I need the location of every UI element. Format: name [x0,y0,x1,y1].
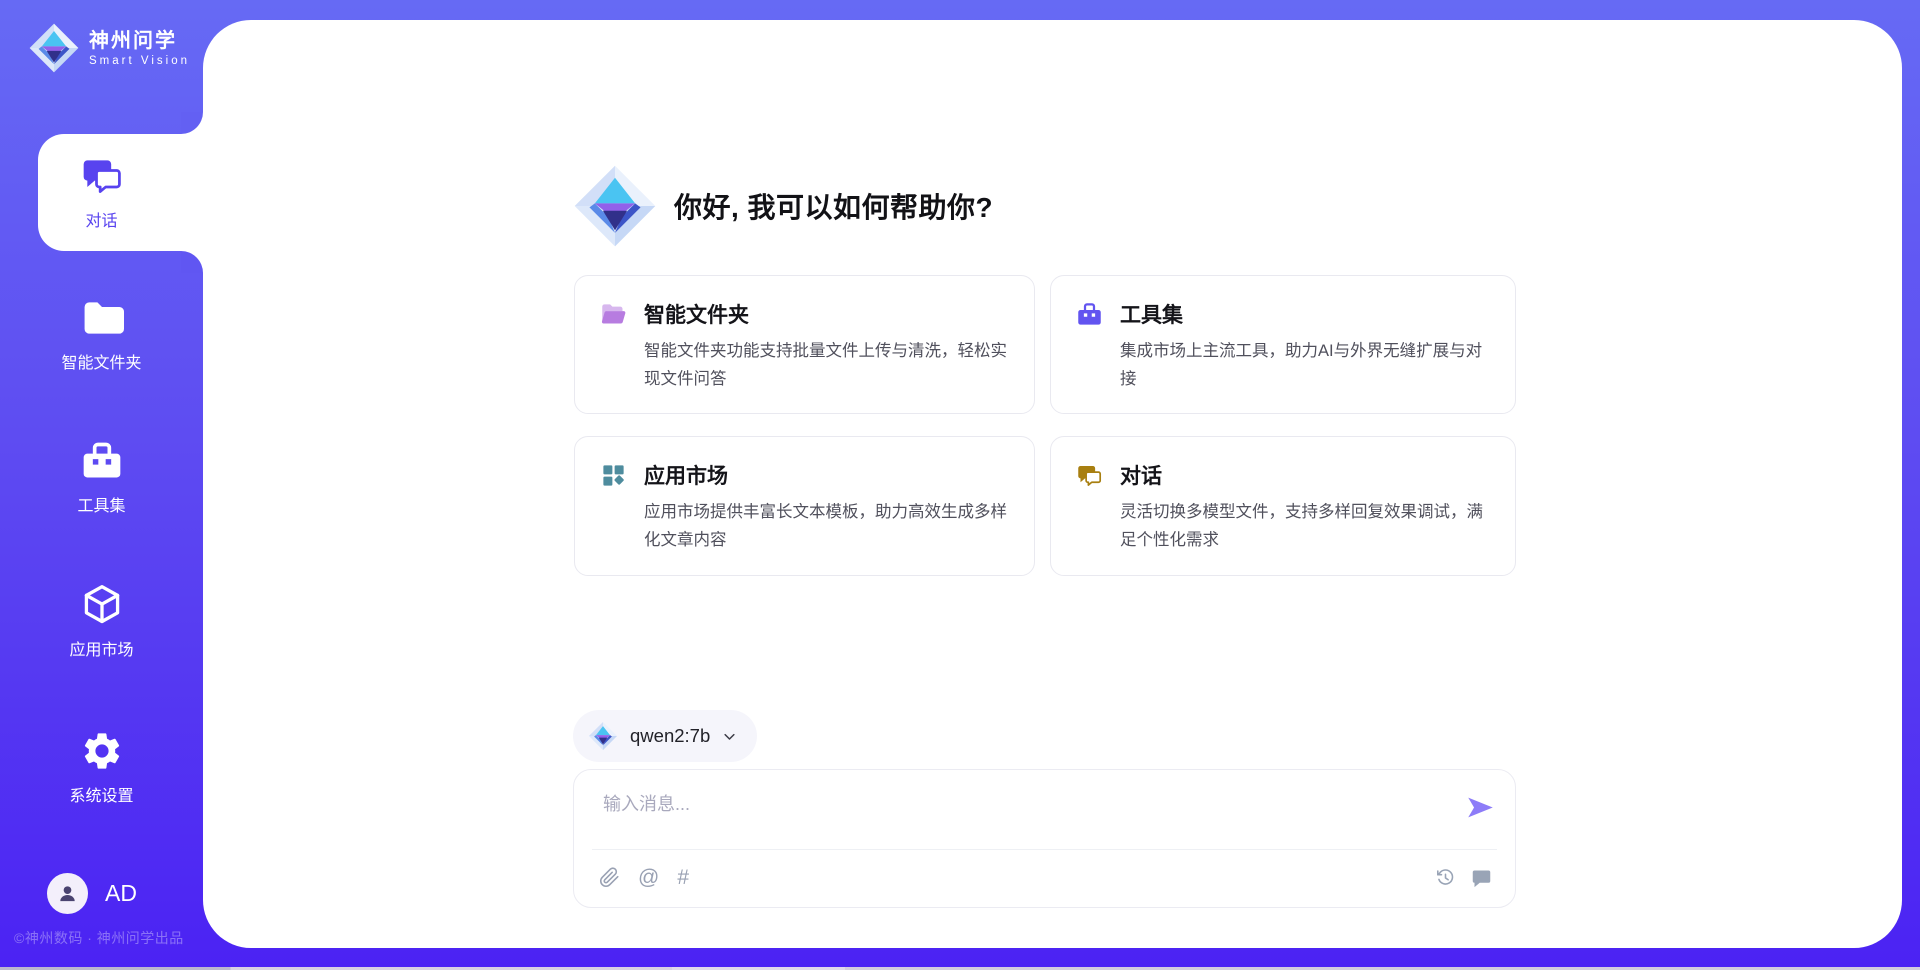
brand-subtitle: Smart Vision [89,55,190,67]
greeting-title: 你好, 我可以如何帮助你? [674,186,993,226]
folder-open-icon [600,301,627,328]
message-input-box: @ # [573,769,1516,908]
avatar [47,873,88,914]
sidebar-item-smart-folder[interactable]: 智能文件夹 [0,296,203,373]
gear-icon [80,729,124,773]
at-icon: @ [638,867,659,888]
card-description: 灵活切换多模型文件，支持多样回复效果调试，满足个性化需求 [1120,499,1491,554]
cube-icon [80,583,124,627]
mention-button[interactable]: @ [638,867,659,888]
user-menu[interactable]: AD [47,873,137,914]
card-description: 应用市场提供丰富长文本模板，助力高效生成多样化文章内容 [644,499,1010,554]
hashtag-button[interactable]: # [677,867,689,888]
sidebar-item-chat[interactable]: 对话 [0,134,203,251]
card-title: 应用市场 [644,460,728,490]
history-icon [1435,867,1456,888]
brand-name: 神州问学 [89,30,190,52]
app-window: 你好, 我可以如何帮助你? 智能文件夹 智能文件夹功能支持批量文件上传与清洗，轻… [0,0,1920,970]
model-gem-icon [588,721,618,751]
tab-curve-top [181,112,203,134]
chevron-down-icon [722,729,737,744]
person-icon [56,882,79,905]
sidebar-item-settings[interactable]: 系统设置 [0,729,203,806]
sidebar-item-toolset[interactable]: 工具集 [0,439,203,516]
send-button[interactable] [1465,792,1496,823]
greeting: 你好, 我可以如何帮助你? [572,163,993,249]
card-title: 对话 [1120,460,1162,490]
chat-bubble-icon [1471,867,1492,888]
brand-logo: 神州问学 Smart Vision [28,22,190,74]
content-column: 你好, 我可以如何帮助你? 智能文件夹 智能文件夹功能支持批量文件上传与清洗，轻… [572,20,1516,948]
send-icon [1465,792,1496,823]
paperclip-icon [599,867,620,888]
card-smart-folder[interactable]: 智能文件夹 智能文件夹功能支持批量文件上传与清洗，轻松实现文件问答 [574,275,1035,414]
main-panel: 你好, 我可以如何帮助你? 智能文件夹 智能文件夹功能支持批量文件上传与清洗，轻… [203,20,1902,948]
chat-icon [1076,462,1103,489]
card-title: 工具集 [1120,299,1183,329]
conversation-button[interactable] [1471,867,1492,888]
card-chat[interactable]: 对话 灵活切换多模型文件，支持多样回复效果调试，满足个性化需求 [1050,436,1516,575]
card-title: 智能文件夹 [644,299,749,329]
folder-icon [80,296,124,340]
attach-file-button[interactable] [599,867,620,888]
input-divider [592,849,1497,850]
copyright-footer: ©神州数码 · 神州问学出品 [14,928,184,948]
input-tools-left: @ # [599,867,689,888]
card-description: 智能文件夹功能支持批量文件上传与清洗，轻松实现文件问答 [644,338,1010,393]
history-button[interactable] [1435,867,1456,888]
brand-gem-icon [28,22,80,74]
brand-text: 神州问学 Smart Vision [89,30,190,67]
card-app-market[interactable]: 应用市场 应用市场提供丰富长文本模板，助力高效生成多样化文章内容 [574,436,1035,575]
chat-icon [80,154,124,198]
model-selector[interactable]: qwen2:7b [573,710,757,762]
model-name: qwen2:7b [630,725,710,747]
composer: qwen2:7b @ [573,710,1516,908]
toolbox-icon [1076,301,1103,328]
message-input[interactable] [601,788,1405,848]
tab-curve-bottom [181,251,203,273]
card-toolset[interactable]: 工具集 集成市场上主流工具，助力AI与外界无缝扩展与对接 [1050,275,1516,414]
toolbox-icon [80,439,124,483]
feature-cards: 智能文件夹 智能文件夹功能支持批量文件上传与清洗，轻松实现文件问答 工具集 集成… [574,275,1516,576]
sidebar-item-app-market[interactable]: 应用市场 [0,583,203,660]
hash-icon: # [677,867,689,888]
card-description: 集成市场上主流工具，助力AI与外界无缝扩展与对接 [1120,338,1491,393]
user-initials: AD [105,880,137,907]
grid-icon [600,462,627,489]
input-tools-right [1435,867,1492,888]
brand-gem-icon [572,163,658,249]
